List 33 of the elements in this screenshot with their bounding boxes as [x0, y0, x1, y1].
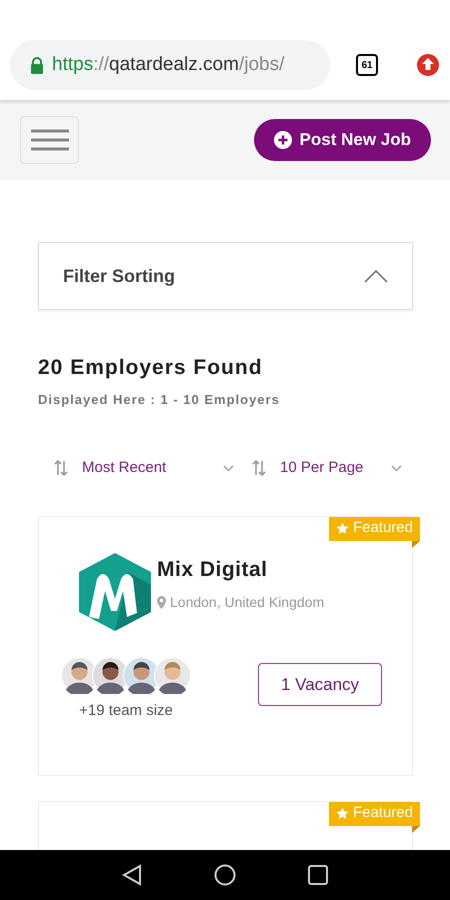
location-pin-icon [157, 596, 166, 609]
sort-icon [54, 460, 68, 476]
address-bar[interactable]: https://qatardealz.com/jobs/ [10, 40, 330, 90]
results-subtitle: Displayed Here : 1 - 10 Employers [38, 390, 281, 409]
recents-icon[interactable] [308, 865, 328, 885]
upload-icon[interactable] [416, 53, 440, 77]
featured-badge: Featured [328, 516, 420, 540]
chevron-down-icon [223, 464, 234, 472]
star-icon [336, 807, 349, 820]
back-icon[interactable] [122, 864, 142, 886]
company-location: London, United Kingdom [170, 592, 324, 612]
home-icon[interactable] [214, 864, 236, 886]
avatar [154, 656, 191, 694]
sort-dropdown[interactable]: Most Recent [54, 457, 252, 480]
star-icon [336, 522, 349, 535]
lock-icon [30, 56, 44, 74]
plus-icon [274, 131, 292, 149]
featured-badge: Featured [328, 802, 420, 826]
tab-count[interactable]: 61 [356, 54, 378, 76]
sort-dropdown[interactable]: 10 Per Page [252, 457, 402, 480]
badge-fold-icon [412, 826, 420, 832]
post-job-button[interactable]: Post New Job [254, 119, 431, 161]
chevron-down-icon [391, 464, 402, 472]
menu-icon [30, 129, 68, 151]
badge-fold-icon [412, 540, 420, 548]
vacancy-button[interactable]: 1 Vacancy [258, 662, 382, 706]
company-name[interactable]: Mix Digital [157, 554, 324, 586]
sort-icon [252, 460, 266, 476]
url-text: https://qatardealz.com/jobs/ [52, 52, 284, 77]
team-size: +19 team size [79, 700, 173, 720]
filter-panel[interactable]: Filter Sorting [38, 242, 413, 310]
menu-button[interactable] [20, 116, 79, 164]
results-heading: 20 Employers Found [38, 355, 264, 381]
